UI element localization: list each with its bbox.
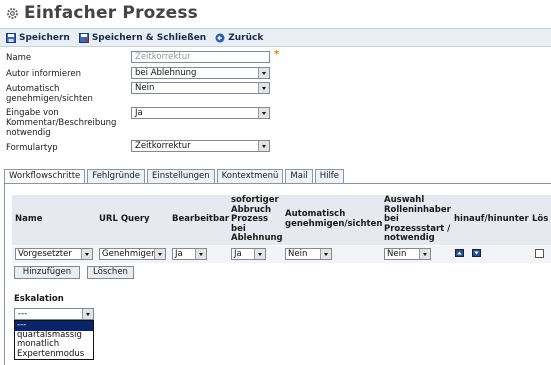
save-close-label: Speichern & Schließen (91, 32, 207, 43)
row-name-select[interactable]: Vorgesetzter (15, 248, 93, 260)
chevron-down-icon (82, 309, 93, 319)
tab-fehlgruende[interactable]: Fehlgründe (87, 169, 145, 183)
comment-select[interactable]: Ja (131, 107, 270, 119)
col-hinauf: hinauf/hinunter (454, 214, 529, 224)
row-url-query-select[interactable]: Genehmigen (99, 248, 166, 260)
comment-label: Eingabe von Kommentar/Beschreibung notwend… (6, 108, 117, 138)
row-auto-select[interactable]: Nein (285, 248, 332, 260)
col-name: Name (15, 214, 43, 224)
name-label: Name (6, 53, 32, 63)
chevron-down-icon (154, 249, 165, 259)
row-auswahl-value: Nein (387, 249, 407, 259)
add-button[interactable]: Hinzufügen (14, 266, 80, 279)
chevron-down-icon (81, 249, 92, 259)
tab-mail[interactable]: Mail (285, 169, 313, 183)
escalation-value: --- (18, 309, 28, 319)
row-abbruch-select[interactable]: Ja (231, 248, 266, 260)
row-auto-value: Nein (288, 249, 308, 259)
col-abbruch: sofortiger Abbruch Prozess bei Ablehnung (231, 195, 283, 243)
chevron-down-icon (254, 249, 265, 259)
save-close-icon (78, 32, 89, 43)
move-down-icon[interactable] (472, 249, 481, 257)
col-auswahl: Auswahl Rolleninhaber bei Prozessstart / not… (384, 195, 451, 243)
autor-value: bei Ablehnung (135, 68, 197, 78)
tab-bar: Workflowschritte Fehlgründe Einstellunge… (4, 169, 346, 184)
col-url-query: URL Query (99, 214, 150, 224)
title-bar: Einfacher Prozess (0, 0, 551, 26)
save-label: Speichern (19, 32, 70, 43)
formtype-label: Formulartyp (6, 143, 58, 153)
row-bearbeitbar-value: Ja (175, 249, 183, 259)
escalation-option[interactable]: Expertenmodus (15, 349, 93, 360)
delete-button[interactable]: Löschen (87, 266, 134, 279)
gear-icon (7, 7, 18, 19)
auto-approve-value: Nein (135, 83, 155, 93)
chevron-down-icon (258, 68, 269, 78)
autor-select[interactable]: bei Ablehnung (131, 67, 270, 79)
chevron-down-icon (258, 108, 269, 118)
chevron-down-icon (258, 141, 269, 151)
formtype-select[interactable]: Zeitkorrektur (131, 140, 270, 152)
required-marker: * (274, 49, 280, 60)
save-close-button[interactable]: Speichern & Schließen (78, 32, 207, 43)
row-bearbeitbar-select[interactable]: Ja (172, 248, 207, 260)
tab-hilfe[interactable]: Hilfe (314, 169, 345, 183)
save-button[interactable]: Speichern (6, 32, 70, 43)
row-name-value: Vorgesetzter (18, 249, 72, 259)
back-button[interactable]: Zurück (215, 33, 263, 43)
chevron-down-icon (320, 249, 331, 259)
autor-label: Autor informieren (6, 69, 82, 79)
escalation-dropdown: --- quartalsmässig monatlich Expertenmod… (14, 320, 94, 360)
formtype-value: Zeitkorrektur (135, 141, 191, 151)
chevron-down-icon (258, 83, 269, 93)
row-delete-checkbox[interactable] (535, 249, 544, 258)
tab-kontextmenue[interactable]: Kontextmenü (216, 169, 284, 183)
auto-approve-label: Automatisch genehmigen/sichten (6, 84, 93, 104)
col-bearbeitbar: Bearbeitbar (172, 214, 230, 224)
tab-workflowschritte[interactable]: Workflowschritte (4, 169, 86, 184)
tab-einstellungen[interactable]: Einstellungen (146, 169, 215, 183)
row-abbruch-value: Ja (234, 249, 242, 259)
page-title: Einfacher Prozess (24, 3, 199, 23)
chevron-down-icon (419, 249, 430, 259)
back-arrow-icon (215, 33, 225, 42)
chevron-down-icon (195, 249, 206, 259)
col-loeschen: Lös (532, 214, 549, 224)
row-url-query-value: Genehmigen (102, 249, 157, 259)
comment-value: Ja (135, 108, 143, 118)
save-icon (6, 32, 16, 43)
row-auswahl-select[interactable]: Nein (384, 248, 431, 260)
move-up-icon[interactable] (455, 249, 464, 257)
col-auto: Automatisch genehmigen/sichten (285, 209, 383, 229)
auto-approve-select[interactable]: Nein (131, 82, 270, 94)
back-label: Zurück (228, 32, 264, 43)
toolbar: Speichern Speichern & Schließen Zurück (0, 28, 551, 47)
escalation-select[interactable]: --- (14, 308, 94, 320)
name-field[interactable]: Zeitkorrektur (131, 51, 270, 63)
escalation-label: Eskalation (14, 294, 64, 304)
